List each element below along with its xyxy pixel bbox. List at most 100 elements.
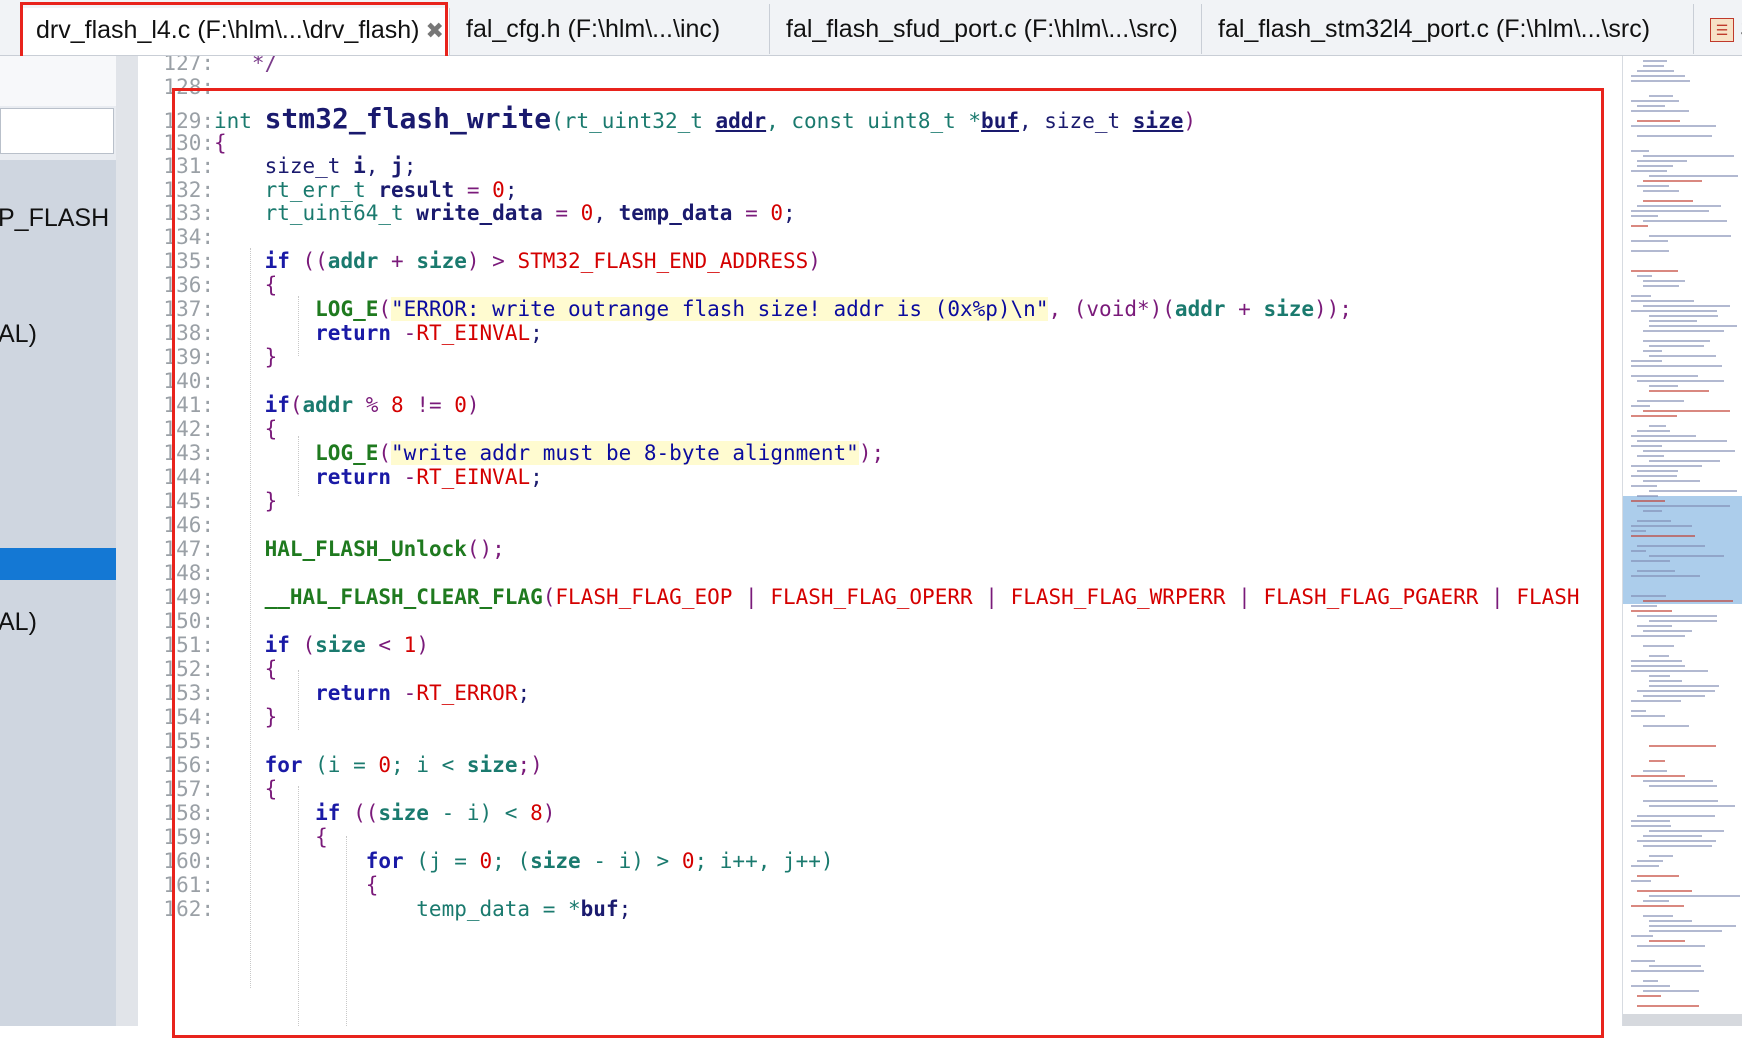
minimap-line <box>1631 445 1662 447</box>
code-line: 127: */ <box>163 56 278 75</box>
minimap-line <box>1637 455 1664 457</box>
minimap-line <box>1649 785 1717 787</box>
minimap-line <box>1649 680 1682 682</box>
minimap-line <box>1649 805 1735 807</box>
tree-item-selected[interactable] <box>0 548 116 580</box>
minimap-line <box>1631 100 1679 102</box>
tab-label: fal_cfg.h (F:\hlm\...\inc) <box>466 15 721 43</box>
code-line: 129:int stm32_flash_write(rt_uint32_t ad… <box>163 102 1197 135</box>
tree-item[interactable]: P_FLASH <box>0 204 109 233</box>
close-icon[interactable]: ✖ <box>425 18 443 43</box>
minimap-line <box>1637 185 1669 187</box>
minimap-line <box>1643 510 1662 512</box>
code-line: 138: return -RT_EINVAL; <box>163 321 543 345</box>
minimap-line <box>1643 60 1667 62</box>
minimap-line <box>1643 980 1658 982</box>
tab-label: drv_flash_l4.c (F:\hlm\...\drv_flash) <box>36 16 420 44</box>
minimap-line <box>1631 485 1657 487</box>
minimap-line <box>1643 480 1700 482</box>
code-line: 156: for (i = 0; i < size;) <box>163 753 543 777</box>
minimap-line <box>1643 340 1710 342</box>
minimap-line <box>1631 595 1666 597</box>
minimap-line <box>1643 65 1664 67</box>
minimap-line <box>1643 780 1713 782</box>
tree-item[interactable]: AL) <box>0 608 37 637</box>
minimap-line <box>1643 645 1674 647</box>
minimap-line <box>1637 520 1671 522</box>
minimap-line <box>1649 555 1724 557</box>
minimap-end <box>1623 1014 1742 1026</box>
minimap-line <box>1637 545 1705 547</box>
code-line: 133: rt_uint64_t write_data = 0, temp_da… <box>163 201 796 225</box>
code-line: 162: temp_data = *buf; <box>163 897 632 921</box>
minimap-line <box>1649 895 1740 897</box>
tab-fal-cfg-h[interactable]: fal_cfg.h (F:\hlm\...\inc) <box>452 4 770 54</box>
minimap-line <box>1631 985 1670 987</box>
code-line: 149: __HAL_FLASH_CLEAR_FLAG(FLASH_FLAG_E… <box>163 585 1580 609</box>
code-line: 144: return -RT_EINVAL; <box>163 465 543 489</box>
minimap-line <box>1631 150 1649 152</box>
minimap-line <box>1631 775 1685 777</box>
minimap-line <box>1637 275 1652 277</box>
minimap-line <box>1631 170 1667 172</box>
tab-overflow[interactable]: ☰S <box>1696 4 1742 54</box>
minimap-line <box>1637 135 1712 137</box>
minimap-line <box>1631 610 1672 612</box>
minimap-line <box>1649 760 1665 762</box>
code-editor[interactable]: 127: */ 128: 129:int stm32_flash_write(r… <box>138 56 1622 1026</box>
code-line: 155: <box>163 729 214 753</box>
minimap-line <box>1649 460 1720 462</box>
code-line: 158: if ((size - i) < 8) <box>163 801 556 825</box>
minimap-line <box>1643 725 1689 727</box>
code-line: 145: } <box>163 489 278 513</box>
minimap-line <box>1631 525 1692 527</box>
minimap-line <box>1631 500 1665 502</box>
minimap-line <box>1637 690 1715 692</box>
minimap-line <box>1643 915 1673 917</box>
minimap-line <box>1631 250 1669 252</box>
panel-splitter[interactable] <box>116 56 138 1026</box>
code-line: 141: if(addr % 8 != 0) <box>163 393 480 417</box>
minimap-line <box>1649 855 1673 857</box>
minimap-line <box>1631 970 1704 972</box>
code-line: 148: <box>163 561 214 585</box>
code-minimap[interactable] <box>1622 56 1742 1026</box>
minimap-line <box>1649 655 1669 657</box>
side-search-input[interactable] <box>0 108 114 154</box>
minimap-line <box>1649 345 1704 347</box>
minimap-line <box>1631 865 1659 867</box>
minimap-line <box>1637 945 1705 947</box>
minimap-line <box>1643 190 1679 192</box>
minimap-line <box>1637 815 1715 817</box>
minimap-line <box>1643 450 1735 452</box>
minimap-line <box>1631 660 1682 662</box>
tab-drv-flash-l4-c[interactable]: drv_flash_l4.c (F:\hlm\...\drv_flash) ✖ <box>22 8 450 55</box>
tab-label: fal_flash_stm32l4_port.c (F:\hlm\...\src… <box>1218 15 1651 43</box>
code-line: 151: if (size < 1) <box>163 633 429 657</box>
minimap-line <box>1631 825 1671 827</box>
minimap-line <box>1631 465 1702 467</box>
tree-item[interactable]: AL) <box>0 320 37 349</box>
tab-fal-flash-sfud-port-c[interactable]: fal_flash_sfud_port.c (F:\hlm\...\src) <box>772 4 1202 54</box>
code-line: 159: { <box>163 825 328 849</box>
minimap-line <box>1637 625 1672 627</box>
app-icon: ☰ <box>1710 18 1734 43</box>
minimap-line <box>1631 210 1709 212</box>
code-line: 146: <box>163 513 214 537</box>
tab-label: fal_flash_sfud_port.c (F:\hlm\...\src) <box>786 15 1178 43</box>
tab-fal-flash-stm32l4-port-c[interactable]: fal_flash_stm32l4_port.c (F:\hlm\...\src… <box>1204 4 1694 54</box>
minimap-line <box>1637 120 1680 122</box>
minimap-line <box>1643 280 1685 282</box>
minimap-line <box>1631 215 1658 217</box>
minimap-line <box>1631 225 1648 227</box>
minimap-line <box>1649 425 1666 427</box>
minimap-line <box>1649 685 1719 687</box>
minimap-line <box>1631 110 1689 112</box>
minimap-line <box>1643 305 1730 307</box>
minimap-line <box>1631 295 1651 297</box>
minimap-line <box>1631 300 1694 302</box>
code-line: 160: for (j = 0; (size - i) > 0; i++, j+… <box>163 849 834 873</box>
minimap-line <box>1631 670 1708 672</box>
minimap-line <box>1637 160 1687 162</box>
minimap-line <box>1643 155 1734 157</box>
